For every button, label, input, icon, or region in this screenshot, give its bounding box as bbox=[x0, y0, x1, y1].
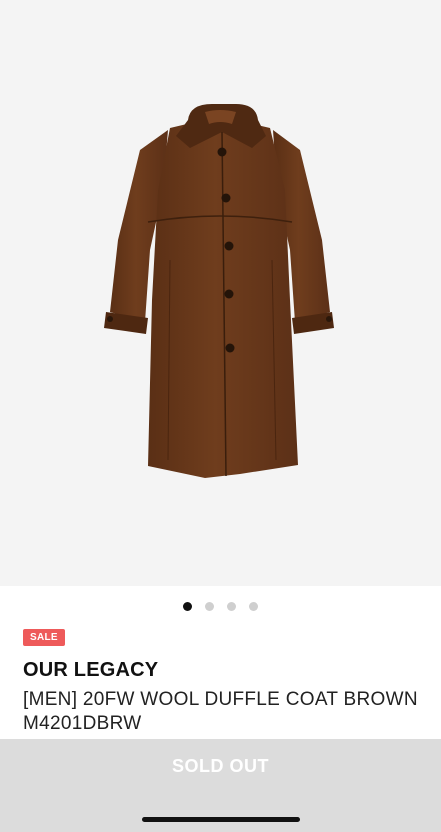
sold-out-label: SOLD OUT bbox=[172, 756, 269, 776]
home-indicator bbox=[142, 817, 300, 822]
coat-illustration bbox=[104, 104, 334, 478]
sale-badge: SALE bbox=[23, 629, 65, 646]
carousel-dot-4[interactable] bbox=[249, 601, 258, 611]
product-name: [MEN] 20FW WOOL DUFFLE COAT BROWN M4201D… bbox=[23, 689, 418, 734]
carousel-dot-3[interactable] bbox=[227, 601, 236, 611]
brand-name[interactable]: OUR LEGACY bbox=[23, 659, 158, 682]
carousel-dots[interactable] bbox=[0, 600, 441, 612]
carousel-dot-1[interactable] bbox=[183, 601, 192, 611]
product-image[interactable] bbox=[0, 0, 441, 586]
carousel-dot-2[interactable] bbox=[205, 601, 214, 611]
